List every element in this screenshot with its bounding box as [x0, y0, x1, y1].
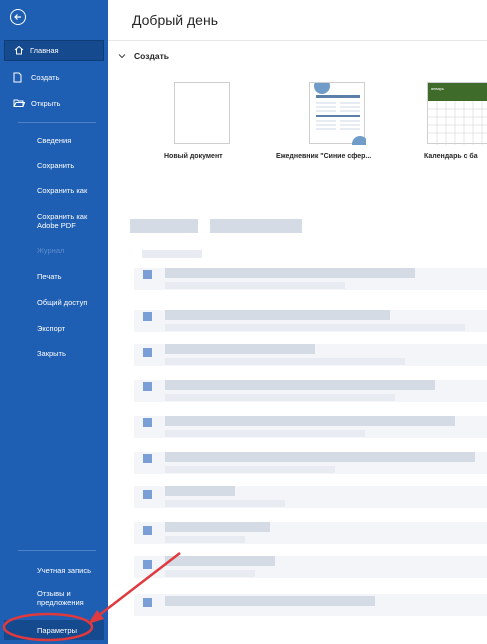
create-section-header[interactable]: Создать	[118, 51, 169, 61]
list-item-blurred-path	[165, 570, 255, 577]
document-icon	[143, 312, 152, 321]
folder-icon	[13, 98, 25, 108]
nav-home[interactable]: Главная	[4, 40, 104, 61]
backstage-sidebar: Главная Создать Открыть Сведения Сохрани…	[0, 0, 108, 644]
list-item-blurred-path	[165, 324, 465, 331]
nav-account[interactable]: Учетная запись	[37, 566, 105, 575]
nav-feedback[interactable]: Отзывы и предложения	[37, 589, 105, 607]
list-item-blurred-path	[165, 358, 405, 365]
nav-create-label: Создать	[31, 72, 60, 82]
header-divider	[108, 40, 487, 41]
nav-create[interactable]: Создать	[4, 68, 104, 86]
list-item-blurred-path	[165, 466, 335, 473]
word-backstage: Главная Создать Открыть Сведения Сохрани…	[0, 0, 487, 644]
calendar-month: январь	[431, 86, 444, 91]
template-planner-thumb[interactable]	[309, 78, 368, 152]
column-header-blurred	[142, 250, 202, 258]
nav-save-as[interactable]: Сохранить как	[37, 186, 105, 195]
list-item-blurred-text	[165, 522, 270, 532]
list-item-blurred-text	[165, 268, 415, 278]
sidebar-divider-bottom	[18, 550, 96, 551]
nav-open-label: Открыть	[31, 98, 61, 108]
create-section-label: Создать	[134, 51, 169, 61]
list-item-blurred-text	[165, 344, 315, 354]
sidebar-divider	[18, 122, 96, 123]
template-planner-label[interactable]: Ежедневник "Синие сфер...	[276, 153, 371, 160]
list-item-blurred-path	[165, 500, 285, 507]
recent-tab-blurred	[130, 219, 198, 233]
calendar-grid-icon	[428, 101, 487, 145]
list-item-blurred-text	[165, 556, 275, 566]
list-item-blurred-path	[165, 536, 245, 543]
nav-export[interactable]: Экспорт	[37, 324, 105, 333]
document-icon	[143, 560, 152, 569]
document-icon	[143, 270, 152, 279]
document-icon	[143, 598, 152, 607]
document-icon	[143, 382, 152, 391]
document-icon	[143, 490, 152, 499]
list-item-blurred-text	[165, 310, 390, 320]
list-item-blurred-path	[165, 282, 345, 289]
nav-share[interactable]: Общий доступ	[37, 298, 105, 307]
page-title: Добрый день	[132, 12, 218, 28]
list-item-blurred-path	[165, 430, 365, 437]
nav-home-label: Главная	[30, 46, 59, 55]
list-item-blurred-path	[165, 394, 395, 401]
template-blank-thumb[interactable]	[174, 82, 230, 144]
pinned-tab-blurred	[210, 219, 302, 233]
list-item-blurred-text	[165, 596, 375, 606]
nav-print[interactable]: Печать	[37, 272, 105, 281]
nav-info[interactable]: Сведения	[37, 136, 105, 145]
chevron-down-icon	[118, 51, 126, 61]
home-icon	[14, 45, 24, 57]
nav-options-label: Параметры	[37, 625, 77, 635]
nav-save[interactable]: Сохранить	[37, 161, 105, 170]
planner-preview-icon	[314, 78, 368, 152]
document-icon	[143, 526, 152, 535]
list-item-blurred-text	[165, 452, 475, 462]
template-calendar-label[interactable]: Календарь с ба	[424, 153, 478, 160]
new-document-icon	[13, 72, 25, 83]
back-arrow-icon[interactable]	[10, 9, 26, 25]
document-icon	[143, 454, 152, 463]
template-blank-label[interactable]: Новый документ	[164, 153, 223, 160]
nav-close[interactable]: Закрыть	[37, 349, 105, 358]
nav-open[interactable]: Открыть	[4, 94, 104, 112]
list-item-blurred-text	[165, 380, 435, 390]
nav-save-as-pdf[interactable]: Сохранить как Adobe PDF	[37, 212, 105, 230]
nav-options[interactable]: Параметры	[4, 620, 104, 640]
nav-history: Журнал	[37, 246, 65, 255]
document-icon	[143, 348, 152, 357]
template-calendar-thumb[interactable]: январь	[427, 82, 487, 145]
list-item-blurred-text	[165, 486, 235, 496]
list-item-blurred-text	[165, 416, 455, 426]
document-icon	[143, 418, 152, 427]
